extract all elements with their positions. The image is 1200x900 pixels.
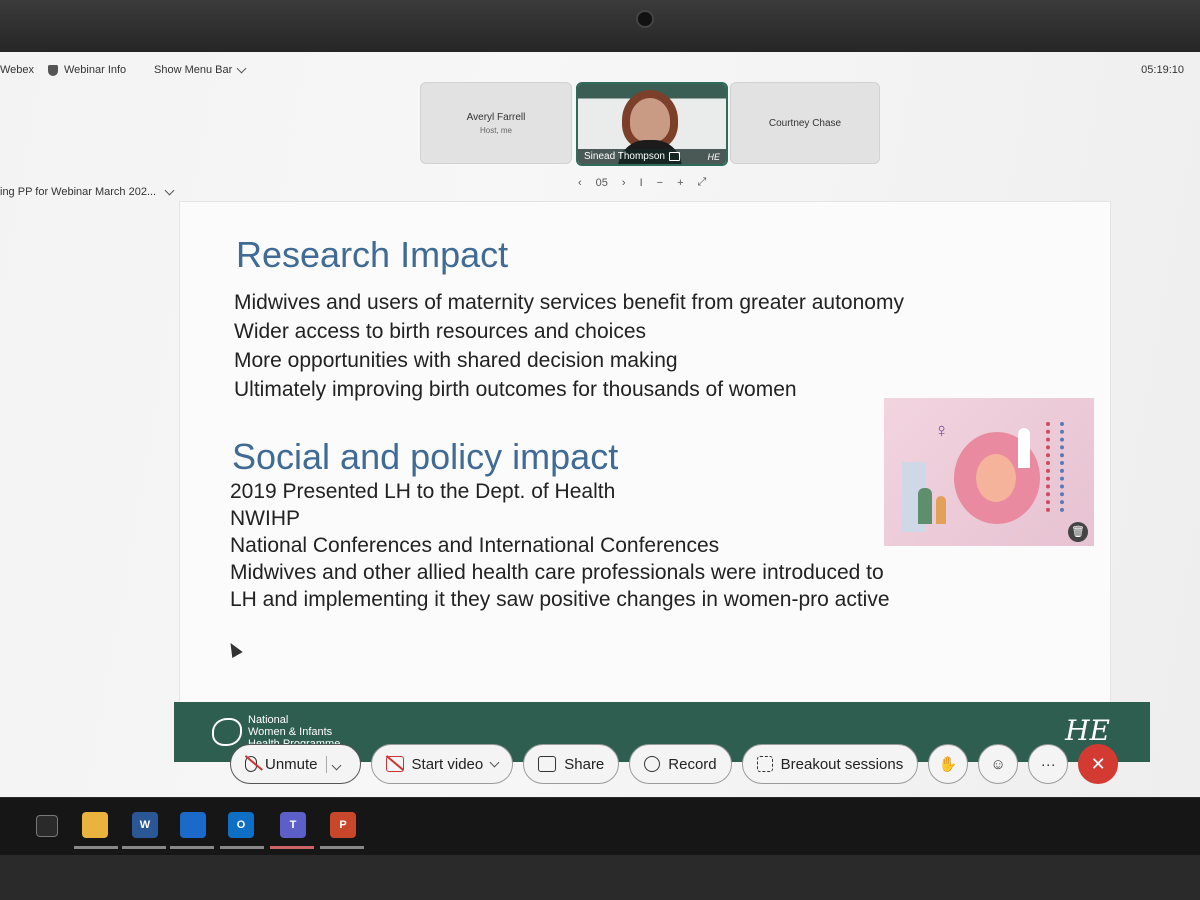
list-item: LH and implementing it they saw positive… (230, 588, 890, 611)
baby-shape (976, 454, 1016, 502)
slide-heading-social: Social and policy impact (232, 436, 619, 477)
record-icon (644, 756, 661, 772)
webcam-icon (636, 10, 654, 28)
running-indicator (74, 846, 118, 849)
dna-icon (1046, 422, 1064, 512)
windows-taskbar: W O T P (0, 797, 1200, 856)
participant-tile-courtney[interactable]: Courtney Chase (730, 82, 880, 164)
caption-icon (668, 152, 680, 161)
participant-role: Host, me (479, 125, 512, 135)
outlook-icon[interactable]: O (228, 812, 254, 838)
participant-tile-averyl[interactable]: Averyl Farrell Host, me (420, 82, 572, 164)
powerpoint-icon[interactable]: P (330, 812, 356, 838)
share-icon (538, 756, 557, 772)
list-item: Wider access to birth resources and choi… (234, 320, 647, 343)
chevron-down-icon (236, 63, 247, 74)
unmute-button[interactable]: Unmute (230, 744, 361, 784)
breakout-sessions-button[interactable]: Breakout sessions (741, 744, 919, 784)
show-menu-bar-button[interactable]: Show Menu Bar (154, 63, 247, 76)
slide-navigation: ‹ 05 › I − + ⤢ (578, 176, 706, 189)
running-indicator (170, 846, 214, 849)
word-icon[interactable]: W (132, 812, 158, 838)
person-shape (918, 488, 932, 524)
record-button[interactable]: Record (629, 744, 732, 784)
chevron-down-icon (489, 757, 500, 768)
video-off-icon (385, 756, 404, 772)
end-meeting-button[interactable]: ✕ (1078, 744, 1119, 784)
file-explorer-icon[interactable] (82, 812, 108, 838)
screen: Webex Webinar Info Show Menu Bar 05:19:1… (0, 52, 1200, 797)
hse-watermark: HE (707, 151, 720, 162)
running-indicator (320, 846, 364, 849)
chevron-down-icon (164, 185, 175, 196)
list-item: More opportunities with shared decision … (234, 349, 678, 372)
fullscreen-icon[interactable]: ⤢ (698, 176, 707, 189)
pregnancy-illustration: ♀ 🗑 (884, 398, 1094, 546)
zoom-in-button[interactable]: + (677, 177, 683, 189)
video-person (630, 98, 670, 142)
chevron-down-icon (331, 760, 341, 770)
separator: I (639, 176, 643, 189)
previous-slide-button[interactable]: ‹ (578, 177, 582, 189)
list-item: Midwives and users of maternity services… (234, 291, 904, 314)
slide-number: 05 (595, 176, 608, 189)
breakout-icon (756, 756, 773, 772)
gender-symbol-icon: ♀ (934, 420, 949, 442)
task-view-icon[interactable] (36, 815, 58, 837)
meeting-controls: Unmute Start video Share Record Breakout… (230, 744, 1119, 784)
mother-child-icon (212, 718, 242, 746)
shared-document-title[interactable]: ing PP for Webinar March 202... (0, 185, 175, 198)
running-indicator (122, 846, 166, 849)
shield-icon (48, 64, 58, 76)
list-item: Midwives and other allied health care pr… (230, 561, 884, 584)
list-item: NWIHP (230, 507, 300, 530)
list-item: National Conferences and International C… (230, 534, 720, 557)
participant-tile-sinead[interactable]: Sinead Thompson HE (576, 82, 728, 166)
hse-logo: HE (1065, 714, 1110, 747)
running-indicator (220, 846, 264, 849)
person-shape (936, 496, 946, 524)
slide-heading-research: Research Impact (236, 234, 509, 275)
app-name: Webex (0, 64, 35, 76)
research-impact-list: Midwives and users of maternity services… (234, 288, 904, 404)
webex-icon[interactable] (180, 812, 206, 838)
list-item: Ultimately improving birth outcomes for … (234, 378, 797, 401)
doctor-shape (1018, 428, 1030, 468)
presentation-slide: Research Impact Midwives and users of ma… (174, 202, 1150, 762)
more-options-button[interactable]: ··· (1028, 744, 1069, 784)
webinar-info-button[interactable]: Webinar Info (48, 64, 126, 76)
raise-hand-button[interactable]: ✋ (928, 744, 969, 784)
zoom-out-button[interactable]: − (657, 177, 663, 189)
participant-name-bar: Sinead Thompson HE (578, 149, 726, 164)
audio-options-chevron[interactable] (325, 755, 346, 773)
webex-top-bar: Webex Webinar Info Show Menu Bar 05:19:1… (0, 58, 1200, 84)
social-policy-list: 2019 Presented LH to the Dept. of Health… (230, 478, 890, 613)
running-indicator (270, 846, 314, 849)
trash-icon[interactable]: 🗑 (1068, 522, 1088, 542)
teams-icon[interactable]: T (280, 812, 306, 838)
share-button[interactable]: Share (523, 744, 620, 784)
next-slide-button[interactable]: › (622, 177, 626, 189)
list-item: 2019 Presented LH to the Dept. of Health (230, 480, 616, 503)
mouse-pointer-icon (225, 639, 243, 659)
participant-name: Courtney Chase (768, 117, 842, 129)
meeting-clock: 05:19:10 (1141, 64, 1184, 76)
reactions-button[interactable]: ☺ (978, 744, 1019, 784)
start-video-button[interactable]: Start video (370, 744, 514, 784)
laptop-body (0, 855, 1200, 900)
laptop-bezel (0, 0, 1200, 52)
participant-name: Averyl Farrell (466, 111, 526, 123)
mic-off-icon (245, 756, 257, 772)
